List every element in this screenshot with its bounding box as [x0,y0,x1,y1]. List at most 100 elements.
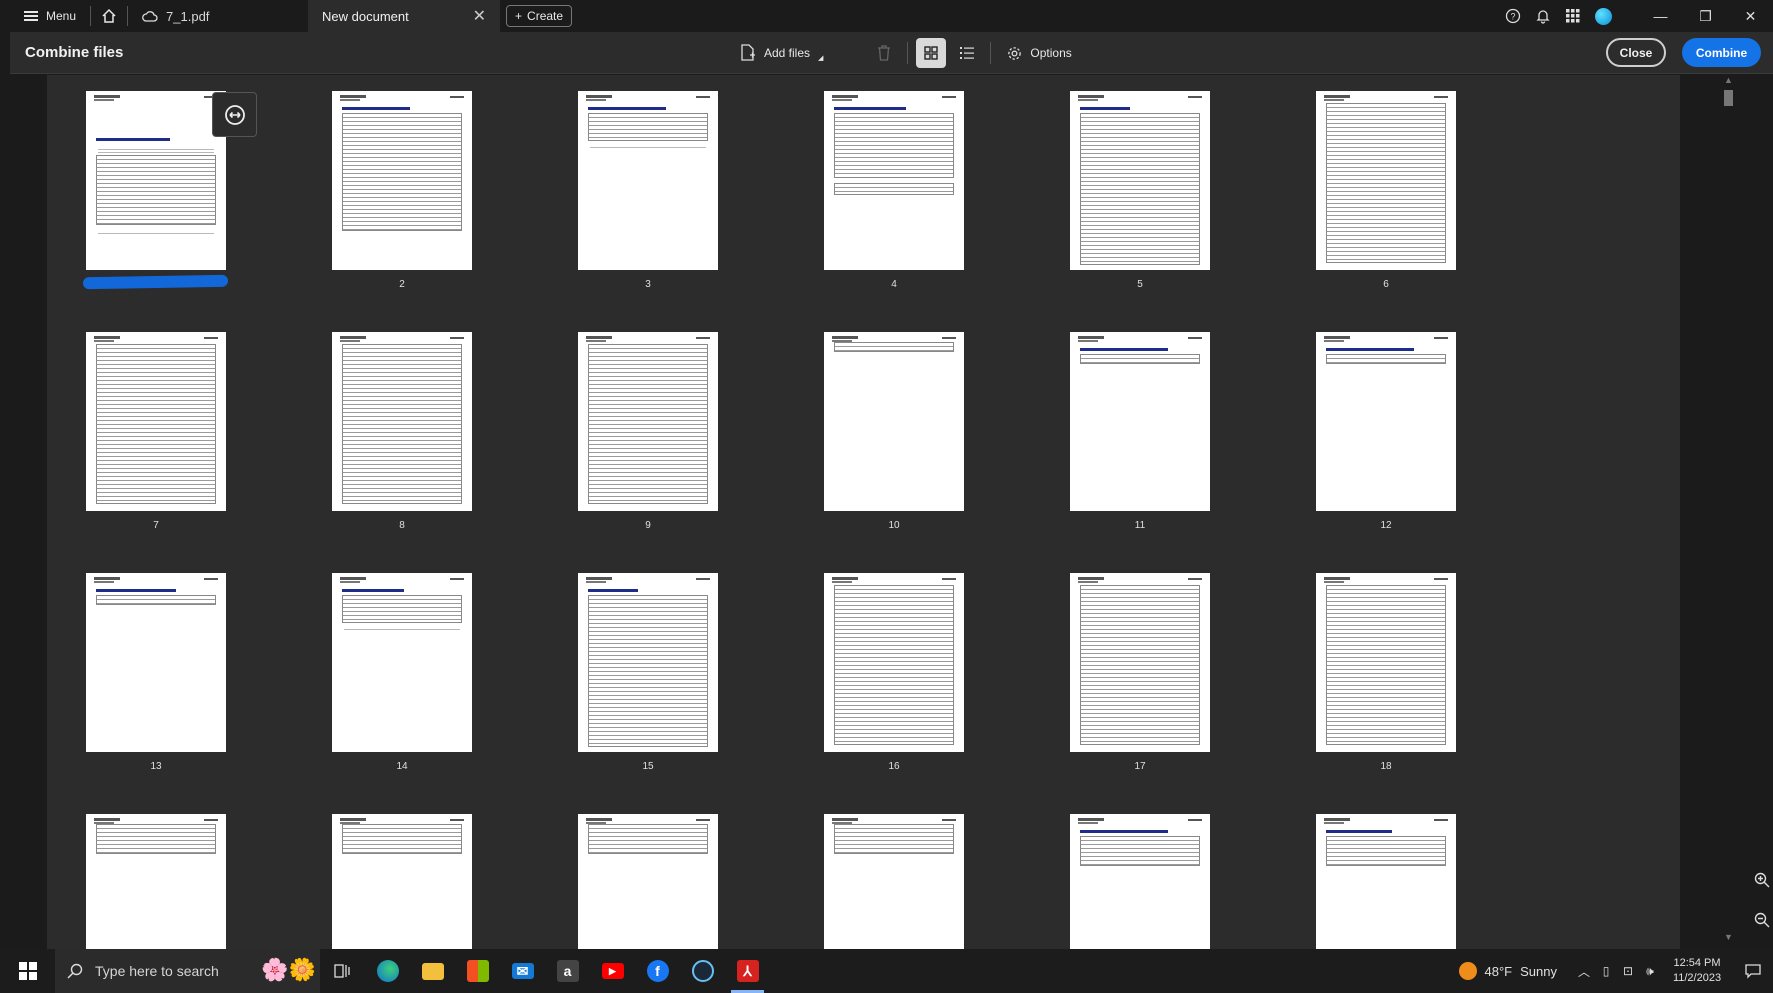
menu-button[interactable]: Menu [0,0,90,32]
scroll-up-icon[interactable]: ▲ [1724,75,1733,85]
title-bar: Menu 7_1.pdf New document ✕ + Create ? —… [0,0,1773,32]
page-preview [332,91,472,270]
taskbar-mail[interactable]: ✉ [500,949,545,993]
page-heading [588,107,666,110]
help-icon: ? [1505,8,1521,24]
minimize-icon: — [1653,8,1668,24]
device-icon: ▯ [1602,964,1610,978]
zoom-in-button[interactable] [1752,870,1772,890]
page-thumbnail-1[interactable] [82,91,229,290]
clock-time: 12:54 PM [1673,957,1721,969]
start-button[interactable] [0,949,55,993]
taskbar-facebook[interactable]: f [635,949,680,993]
taskbar-store[interactable] [455,949,500,993]
page-thumbnail-23[interactable] [1070,814,1210,949]
page-thumbnail-17[interactable]: 17 [1070,573,1210,772]
scrollbar-thumb[interactable] [1724,90,1733,106]
page-thumbnail-12[interactable]: 12 [1316,332,1456,531]
taskbar-edge[interactable] [365,949,410,993]
page-heading [342,589,404,592]
page-thumbnail-8[interactable]: 8 [332,332,472,531]
page-thumbnail-3[interactable]: 3 [578,91,718,290]
close-window-button[interactable]: ✕ [1728,0,1773,32]
page-thumbnail-2[interactable]: 2 [332,91,472,290]
volume-button[interactable]: 🕪 [1639,949,1661,993]
tray-device-button[interactable]: ▯ [1595,949,1617,993]
page-number: 9 [645,520,651,531]
page-preview [578,814,718,949]
close-icon: ✕ [1744,7,1757,24]
bell-icon [1536,10,1550,24]
notification-center-button[interactable] [1733,949,1773,993]
page-thumbnail-18[interactable]: 18 [1316,573,1456,772]
page-preview [1070,814,1210,949]
page-thumbnail-21[interactable] [578,814,718,949]
taskbar-steam[interactable] [680,949,725,993]
page-number: 13 [150,761,162,772]
scroll-down-icon[interactable]: ▼ [1724,932,1733,942]
weather-widget[interactable]: 48°F Sunny [1458,962,1557,980]
minimize-button[interactable]: — [1638,0,1683,32]
network-button[interactable]: ⊡ [1617,949,1639,993]
profile-button[interactable] [1588,0,1618,32]
page-thumbnail-19[interactable] [86,814,226,949]
task-view-button[interactable] [320,949,365,993]
page-thumbnail-14[interactable]: 14 [332,573,472,772]
taskbar-youtube[interactable]: ▶ [590,949,635,993]
sun-icon [1458,962,1477,980]
options-button[interactable]: Options [999,46,1079,61]
page-thumbnail-4[interactable]: 4 [824,91,964,290]
zoom-in-icon [1754,872,1770,888]
page-thumbnail-11[interactable]: 11 [1070,332,1210,531]
delete-button[interactable] [869,38,899,68]
mail-icon: ✉ [511,963,534,979]
create-button[interactable]: + Create [506,5,573,27]
combine-button[interactable]: Combine [1682,38,1761,67]
page-thumbnail-13[interactable]: 13 [86,573,226,772]
windows-taskbar: Type here to search 🌸🌼 ✉ a ▶ f ⅄ 48°F Su… [0,949,1773,993]
page-thumbnail-20[interactable] [332,814,472,949]
speaker-icon: 🕪 [1646,963,1654,978]
page-thumbnail-5[interactable]: 5 [1070,91,1210,290]
restore-button[interactable]: ❐ [1683,0,1728,32]
page-preview [1070,573,1210,752]
taskbar-search-input[interactable]: Type here to search 🌸🌼 [55,949,320,993]
combine-toolbar: Combine files Add files ◢ Options Close … [10,32,1773,74]
expand-file-button[interactable] [212,92,257,137]
tab-file[interactable]: 7_1.pdf [128,0,308,32]
close-button[interactable]: Close [1606,38,1666,67]
home-button[interactable] [91,0,127,32]
page-thumbnail-16[interactable]: 16 [824,573,964,772]
page-thumbnail-6[interactable]: 6 [1316,91,1456,290]
list-view-button[interactable] [952,38,982,68]
taskbar-amazon[interactable]: a [545,949,590,993]
taskbar-file-explorer[interactable] [410,949,455,993]
page-thumbnail-15[interactable]: 15 [578,573,718,772]
page-heading [1326,830,1392,833]
clock[interactable]: 12:54 PM 11/2/2023 [1661,956,1733,986]
notifications-button[interactable] [1528,0,1558,32]
page-number: 17 [1134,761,1146,772]
apps-button[interactable] [1558,0,1588,32]
help-button[interactable]: ? [1498,0,1528,32]
page-thumbnail-10[interactable]: 10 [824,332,964,531]
page-thumbnail-7[interactable]: 7 [86,332,226,531]
svg-text:?: ? [1510,12,1515,22]
close-tab-icon[interactable]: ✕ [473,6,486,26]
notification-icon [1745,964,1761,979]
taskbar-acrobat[interactable]: ⅄ [725,949,770,993]
tab-new-document[interactable]: New document ✕ [308,0,501,32]
page-thumbnail-22[interactable] [824,814,964,949]
page-preview [86,91,226,270]
page-thumbnail-9[interactable]: 9 [578,332,718,531]
zoom-out-button[interactable] [1752,910,1772,930]
grid-view-button[interactable] [916,38,947,68]
page-preview [824,332,964,511]
apps-grid-icon [1566,9,1580,23]
edge-icon [376,960,399,982]
vertical-scrollbar[interactable]: ▲ ▼ [1721,75,1735,945]
add-files-button[interactable]: Add files ◢ [732,44,831,62]
show-hidden-icons-button[interactable]: ︿ [1573,949,1595,993]
page-heading [96,589,176,592]
page-thumbnail-24[interactable] [1316,814,1456,949]
